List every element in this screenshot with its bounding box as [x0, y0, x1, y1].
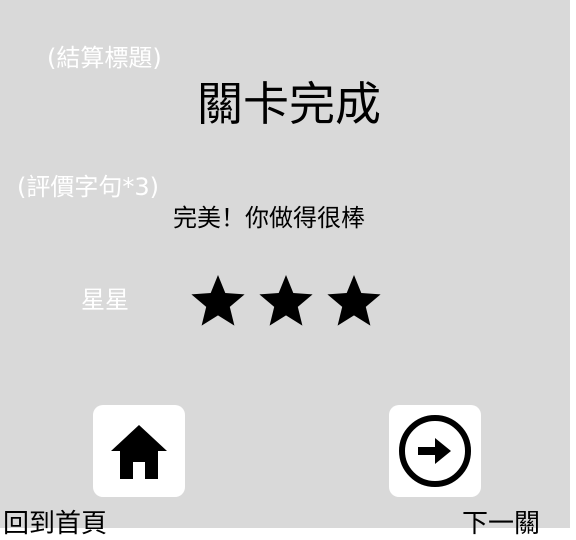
- level-complete-title: 關卡完成: [197, 77, 381, 131]
- praise-hint: (評價字句*3): [17, 173, 159, 201]
- star-icon: [191, 275, 245, 326]
- home-button-label[interactable]: 回到首頁: [3, 503, 107, 540]
- result-panel: (結算標題) 關卡完成 (評價字句*3) 完美！你做得很棒 星星 回到首頁 下一…: [0, 0, 570, 539]
- next-level-button-label[interactable]: 下一關: [462, 503, 540, 540]
- home-icon: [111, 425, 167, 479]
- next-level-button[interactable]: [389, 405, 481, 497]
- praise-text: 完美！你做得很棒: [173, 204, 365, 232]
- star-icon: [259, 275, 313, 326]
- home-button[interactable]: [93, 405, 185, 497]
- star-rating: [191, 275, 381, 326]
- stars-hint: 星星: [81, 286, 129, 314]
- arrow-right-circle-icon: [399, 415, 471, 487]
- title-hint: (結算標題): [47, 44, 162, 72]
- star-icon: [327, 275, 381, 326]
